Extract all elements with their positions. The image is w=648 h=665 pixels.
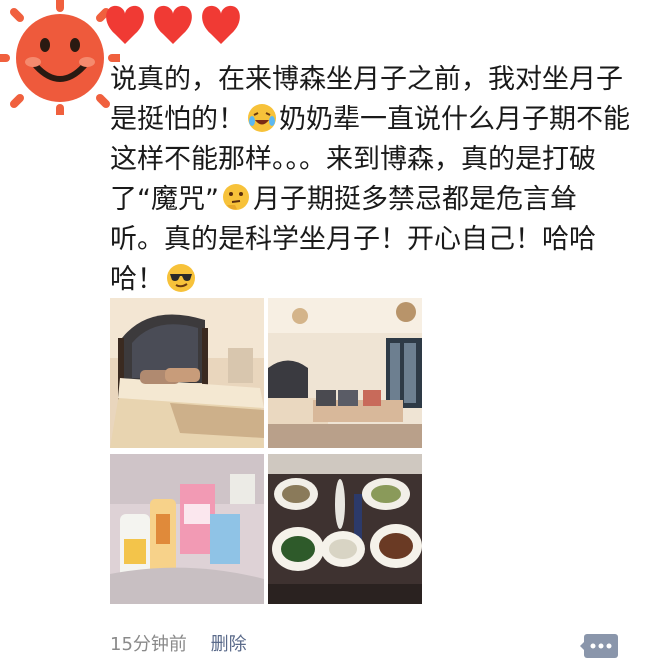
photo-baby-products[interactable] bbox=[110, 454, 264, 604]
sunglasses-emoji-icon bbox=[167, 264, 195, 292]
photo-meal[interactable] bbox=[268, 454, 422, 604]
post-footer: 15分钟前 删除 bbox=[110, 630, 265, 656]
photo-living-room[interactable] bbox=[268, 298, 422, 448]
post-text: 说真的，在来博森坐月子之前，我对坐月子是挺怕的！ 奶奶辈一直说什么月子期不能这样不… bbox=[110, 60, 630, 300]
post-time: 15分钟前 bbox=[110, 634, 187, 655]
crying-laughing-emoji-icon bbox=[248, 104, 276, 132]
photo-grid bbox=[110, 298, 422, 604]
comment-button[interactable] bbox=[580, 631, 620, 661]
delete-link[interactable]: 删除 bbox=[211, 634, 247, 655]
thinking-emoji-icon bbox=[222, 184, 249, 210]
comment-icon bbox=[580, 634, 618, 658]
photo-bedroom[interactable] bbox=[110, 298, 264, 448]
hearts-decoration bbox=[95, 0, 255, 60]
heart-icons bbox=[106, 5, 240, 44]
